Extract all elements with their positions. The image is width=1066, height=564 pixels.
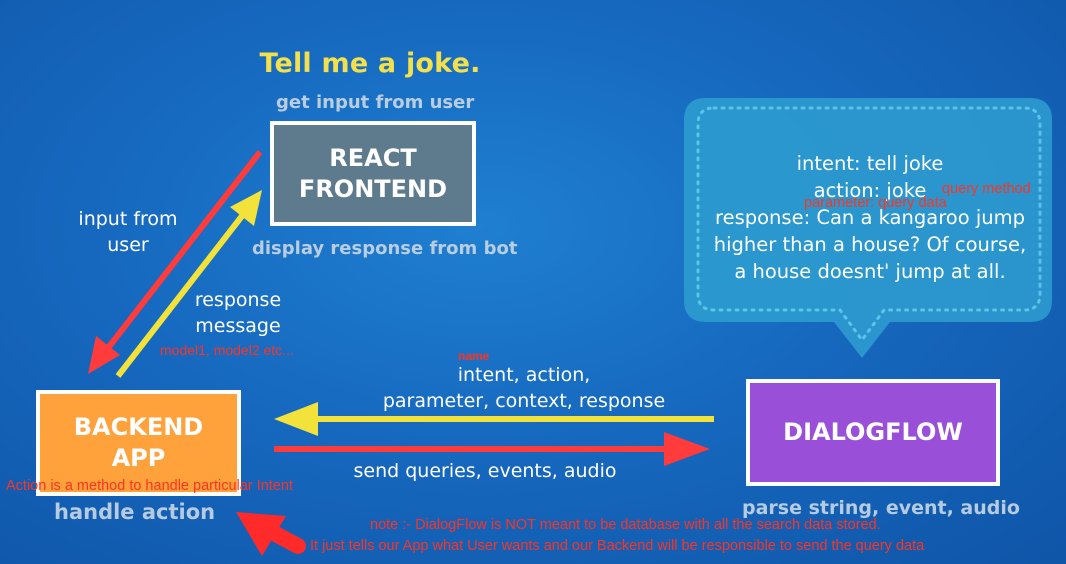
input-label-line2: user <box>107 234 149 256</box>
react-caption-top: get input from user <box>276 92 475 113</box>
intent-name-note: name <box>458 349 490 363</box>
backend-action-note: Action is a method to handle particular … <box>6 478 293 494</box>
intent-label-line1: intent, action, <box>457 364 591 386</box>
response-model-note: model1, model2 etc... <box>160 342 294 358</box>
footer-note-line2: It just tells our App what User wants an… <box>310 538 925 554</box>
bubble-query-method-note: query method <box>942 181 1031 197</box>
react-box-line1: REACT <box>329 143 417 172</box>
bubble-intent-line: intent: tell joke <box>796 152 944 175</box>
bubble-content: intent: tell joke action: joke response:… <box>700 150 1040 285</box>
send-queries-label: send queries, events, audio <box>353 460 617 482</box>
input-from-user-arrow <box>88 150 263 374</box>
bubble-parameter-note: parameter: query data <box>804 195 947 211</box>
page-title: Tell me a joke. <box>259 48 481 79</box>
backend-caption-bottom: handle action <box>54 500 216 524</box>
response-message-label: response message <box>178 287 298 339</box>
response-label-line1: response <box>194 289 282 311</box>
react-frontend-box: REACT FRONTEND <box>270 121 476 226</box>
input-from-user-label: input from user <box>66 206 190 258</box>
footer-note-line1: note :- DialogFlow is NOT meant to be da… <box>370 517 881 533</box>
input-label-line1: input from <box>78 208 178 230</box>
bubble-response-line3: a house doesnt' jump at all. <box>734 260 1006 283</box>
dialogflow-box-label: DIALOGFLOW <box>783 418 963 446</box>
intent-response-label: intent, action, parameter, context, resp… <box>360 362 688 414</box>
annotation-arrow <box>236 512 306 556</box>
response-label-line2: message <box>195 315 281 337</box>
intent-label-line2: parameter, context, response <box>382 390 666 412</box>
bubble-response-line2: higher than a house? Of course, <box>713 233 1027 256</box>
backend-box-line2: APP <box>111 444 166 472</box>
dialogflow-box: DIALOGFLOW <box>746 379 1000 486</box>
react-caption-bottom: display response from bot <box>252 238 518 259</box>
dialogflow-caption-bottom: parse string, event, audio <box>742 497 1020 519</box>
backend-box-line1: BACKEND <box>73 413 204 441</box>
react-box-line2: FRONTEND <box>298 174 448 203</box>
